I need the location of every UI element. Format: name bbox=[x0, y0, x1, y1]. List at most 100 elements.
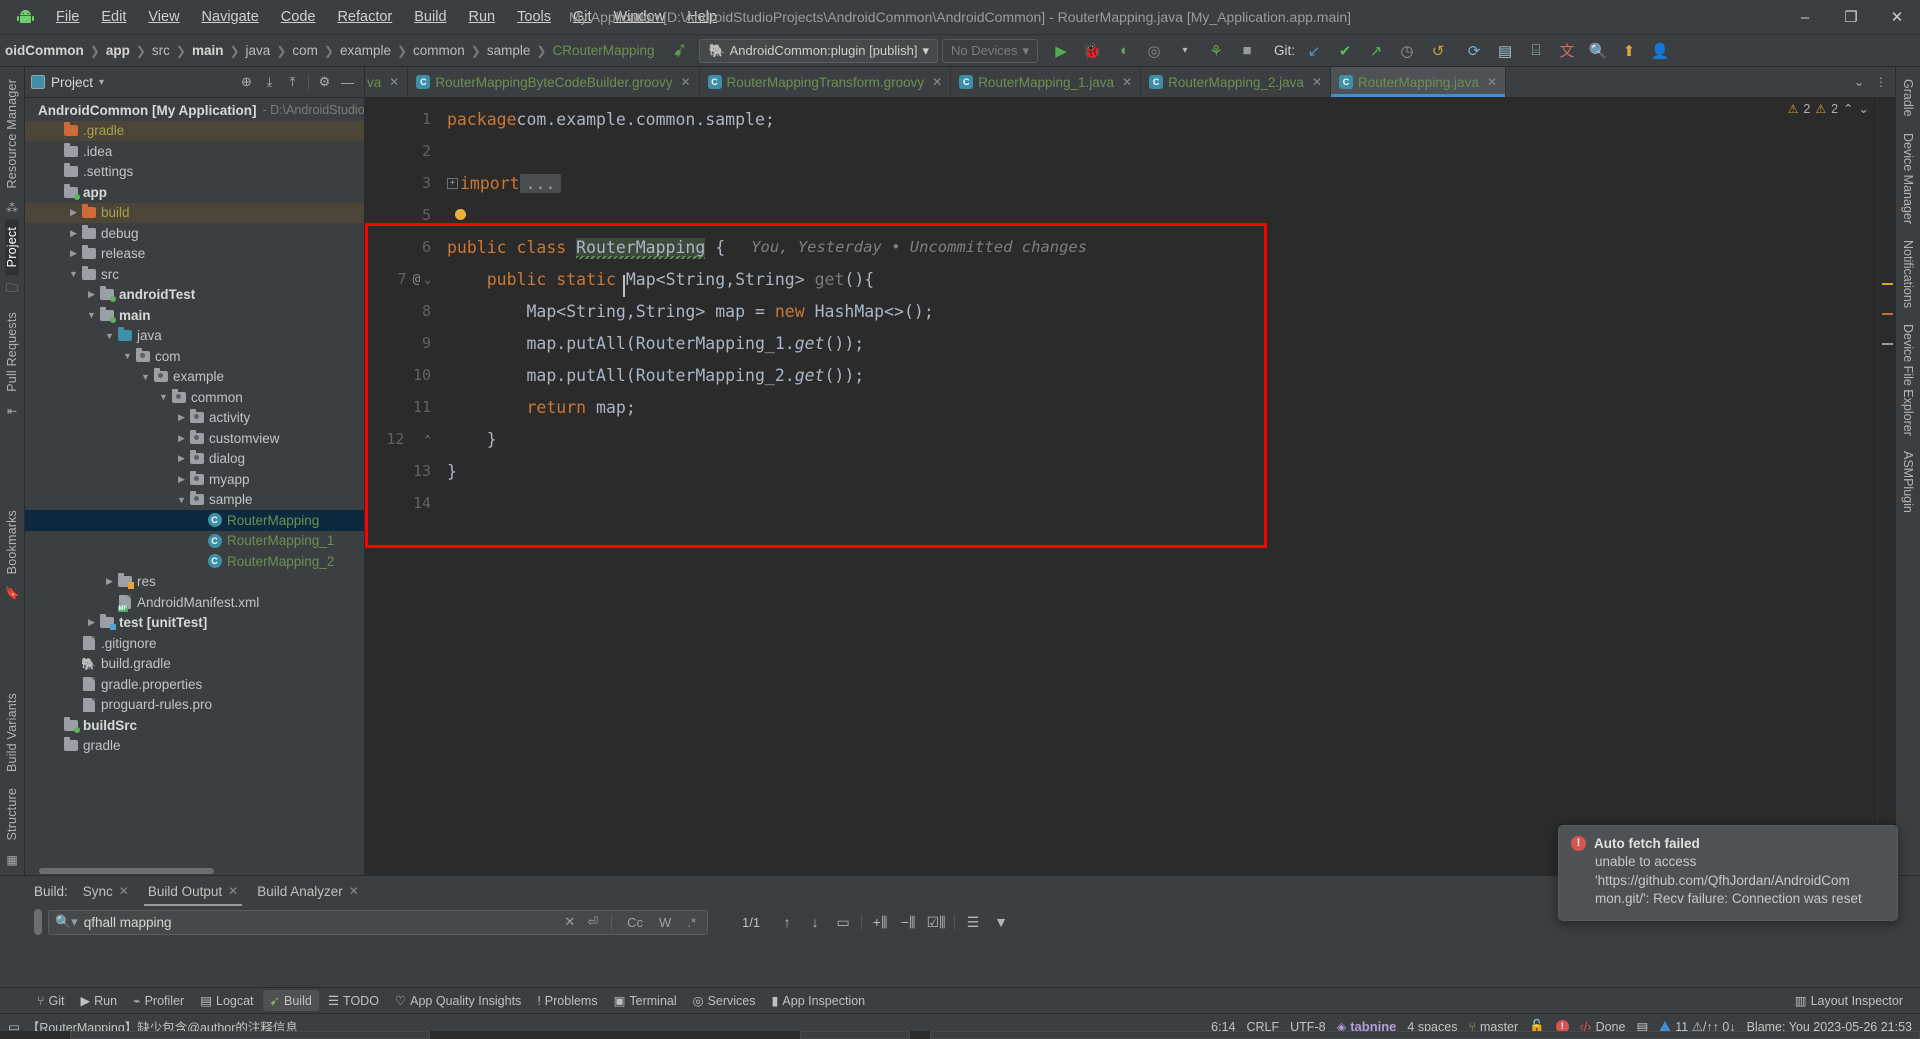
project-tree-hscrollbar[interactable] bbox=[25, 866, 364, 875]
expand-arrow-icon[interactable]: ▼ bbox=[157, 392, 170, 402]
breadcrumb-item-0[interactable]: oidCommon bbox=[0, 41, 89, 60]
rail-build-variants[interactable]: Build Variants bbox=[5, 685, 19, 780]
inspections-widget[interactable]: ⚠ 2 ⚠ 2 ⌃ ⌄ bbox=[1788, 101, 1869, 117]
tree-row-gradle-properties[interactable]: ▶gradle.properties bbox=[25, 674, 364, 695]
editor-tab-routermapping[interactable]: C RouterMapping.java ✕ bbox=[1331, 67, 1506, 97]
tab-menu-icon[interactable]: ⋮ bbox=[1871, 71, 1891, 93]
rail-pull-requests[interactable]: Pull Requests bbox=[5, 304, 19, 400]
search-input[interactable]: 🔍▾ qfhall mapping ✕ ⏎ Cc W .* bbox=[48, 909, 708, 935]
account-icon[interactable]: 👤 bbox=[1647, 39, 1673, 63]
menu-edit[interactable]: Edit bbox=[91, 6, 136, 28]
collapse-all-icon[interactable]: ⤒ bbox=[282, 72, 303, 93]
expand-arrow-icon[interactable]: ▼ bbox=[103, 331, 116, 341]
tab-overflow-icon[interactable]: ⌄ bbox=[1849, 71, 1869, 93]
build-apply-changes-icon[interactable]: ⚘ bbox=[1203, 39, 1229, 63]
close-icon[interactable]: ✕ bbox=[1122, 75, 1132, 89]
breadcrumb-item-3[interactable]: main bbox=[187, 41, 229, 60]
tree-row-main[interactable]: ▼ main bbox=[25, 305, 364, 326]
hide-panel-icon[interactable]: — bbox=[337, 72, 358, 93]
tree-row-idea[interactable]: ▶.idea bbox=[25, 141, 364, 162]
menu-run[interactable]: Run bbox=[459, 6, 506, 28]
tree-row-gitignore[interactable]: ▶.gitignore bbox=[25, 633, 364, 654]
rail-device-manager[interactable]: Device Manager bbox=[1901, 125, 1915, 232]
tw-logcat[interactable]: ▤ Logcat bbox=[193, 990, 260, 1011]
build-tab-build-output[interactable]: Build Output ✕ bbox=[140, 880, 246, 906]
rail-bookmarks[interactable]: Bookmarks bbox=[5, 502, 19, 582]
prev-problem-icon[interactable]: ⌃ bbox=[1843, 101, 1853, 116]
rail-resource-manager[interactable]: Resource Manager bbox=[5, 71, 19, 197]
tree-row-test-unittest[interactable]: ▶ test [unitTest] bbox=[25, 613, 364, 634]
editor-tab-routermappingtransform[interactable]: C RouterMappingTransform.groovy ✕ bbox=[700, 67, 952, 97]
tree-row-routermapping[interactable]: ▶CRouterMapping bbox=[25, 510, 364, 531]
maximize-restore-button[interactable]: ❐ bbox=[1828, 0, 1874, 35]
code-editor[interactable]: 1 2 3 5 6 7 @ ⌄ 8 9 10 11 12 ⌃ 13 14 package com.exampl… bbox=[365, 97, 1895, 875]
search-history-icon[interactable]: ⏎ bbox=[584, 914, 601, 930]
close-icon[interactable]: ✕ bbox=[932, 75, 942, 89]
taskbar-window-3[interactable] bbox=[930, 1031, 1920, 1039]
rail-asmplugin[interactable]: ASMPlugin bbox=[1901, 443, 1915, 521]
menu-refactor[interactable]: Refactor bbox=[327, 6, 402, 28]
run-configuration-selector[interactable]: 🐘 AndroidCommon:plugin [publish] ▾ bbox=[699, 38, 939, 63]
git-rollback-icon[interactable]: ↺ bbox=[1425, 39, 1451, 63]
editor-analyzer-strip[interactable] bbox=[1877, 97, 1895, 875]
toggle-tasks-icon[interactable]: ☑⫼ bbox=[923, 910, 949, 934]
close-icon[interactable]: ✕ bbox=[349, 884, 359, 898]
stop-icon[interactable]: ■ bbox=[1234, 39, 1260, 63]
gutter-line-9[interactable]: 9 bbox=[365, 327, 437, 359]
editor-tab-truncated[interactable]: va ✕ bbox=[365, 67, 409, 97]
expand-arrow-icon[interactable]: ▼ bbox=[139, 372, 152, 382]
scrollbar-thumb[interactable] bbox=[39, 868, 214, 874]
expand-all-icon[interactable]: +⫼ bbox=[867, 910, 893, 934]
tree-row-androidmanifest-xml[interactable]: ▶MFAndroidManifest.xml bbox=[25, 592, 364, 613]
tw-app-quality-insights[interactable]: ♡ App Quality Insights bbox=[388, 990, 528, 1011]
editor-tab-routermappingbytecodebuilder[interactable]: C RouterMappingByteCodeBuilder.groovy ✕ bbox=[408, 67, 700, 97]
tree-row-common[interactable]: ▼ common bbox=[25, 387, 364, 408]
rail-project[interactable]: Project bbox=[5, 218, 19, 275]
tree-row-proguard-rules-pro[interactable]: ▶proguard-rules.pro bbox=[25, 695, 364, 716]
expand-all-icon[interactable]: ⤓ bbox=[259, 72, 280, 93]
close-icon[interactable]: ✕ bbox=[680, 75, 690, 89]
breadcrumb-item-7[interactable]: common bbox=[408, 41, 470, 60]
fold-collapse-icon[interactable]: ⌄ bbox=[424, 273, 431, 286]
editor-tab-routermapping-2[interactable]: C RouterMapping_2.java ✕ bbox=[1141, 67, 1331, 97]
tree-row-res[interactable]: ▶ res bbox=[25, 572, 364, 593]
project-panel-title[interactable]: Project bbox=[51, 75, 93, 90]
menu-file[interactable]: File bbox=[46, 6, 89, 28]
match-case-toggle[interactable]: Cc bbox=[622, 915, 648, 930]
rail-gradle[interactable]: Gradle bbox=[1901, 71, 1915, 125]
collapse-all-icon[interactable]: −⫼ bbox=[895, 910, 921, 934]
expand-arrow-icon[interactable]: ▶ bbox=[175, 433, 188, 444]
breadcrumb-item-5[interactable]: com bbox=[287, 41, 323, 60]
tree-view-icon[interactable]: ☰ bbox=[960, 910, 986, 934]
close-button[interactable]: ✕ bbox=[1874, 0, 1920, 35]
tree-row-myapp[interactable]: ▶ myapp bbox=[25, 469, 364, 490]
expand-arrow-icon[interactable]: ▶ bbox=[85, 617, 98, 628]
fold-end-icon[interactable]: ⌃ bbox=[424, 433, 431, 446]
tree-row-gradle[interactable]: ▶gradle bbox=[25, 736, 364, 757]
tree-row-example[interactable]: ▼ example bbox=[25, 367, 364, 388]
build-tab-sync[interactable]: Sync ✕ bbox=[75, 880, 137, 903]
close-icon[interactable]: ✕ bbox=[1312, 75, 1322, 89]
gutter-line-7[interactable]: 7 @ ⌄ bbox=[365, 263, 437, 295]
breadcrumb-item-class[interactable]: CRouterMapping bbox=[547, 41, 659, 60]
run-coverage-icon[interactable]: ◖ bbox=[1110, 39, 1136, 63]
breadcrumb-item-4[interactable]: java bbox=[241, 41, 276, 60]
menu-tools[interactable]: Tools bbox=[507, 6, 561, 28]
build-scrollbar-thumb[interactable] bbox=[34, 909, 42, 935]
tree-row-sample[interactable]: ▼ sample bbox=[25, 490, 364, 511]
breadcrumb-item-2[interactable]: src bbox=[147, 41, 175, 60]
expand-arrow-icon[interactable]: ▶ bbox=[103, 576, 116, 587]
filter-icon[interactable]: ▼ bbox=[988, 910, 1014, 934]
gutter-line-3[interactable]: 3 bbox=[365, 167, 437, 199]
tree-row-customview[interactable]: ▶ customview bbox=[25, 428, 364, 449]
clear-search-icon[interactable]: ✕ bbox=[561, 914, 578, 930]
tree-root-row[interactable]: ▼ AndroidCommon [My Application] - D:\An… bbox=[25, 100, 364, 121]
taskbar-window-1[interactable] bbox=[70, 1031, 430, 1039]
run-icon[interactable]: ▶ bbox=[1048, 39, 1074, 63]
expand-arrow-icon[interactable]: ▼ bbox=[175, 495, 188, 505]
menu-build[interactable]: Build bbox=[404, 6, 456, 28]
whole-words-toggle[interactable]: W bbox=[654, 915, 676, 930]
collapsed-imports[interactable]: ... bbox=[519, 173, 562, 193]
chevron-down-icon[interactable]: ▾ bbox=[99, 77, 104, 88]
expand-arrow-icon[interactable]: ▼ bbox=[121, 351, 134, 361]
